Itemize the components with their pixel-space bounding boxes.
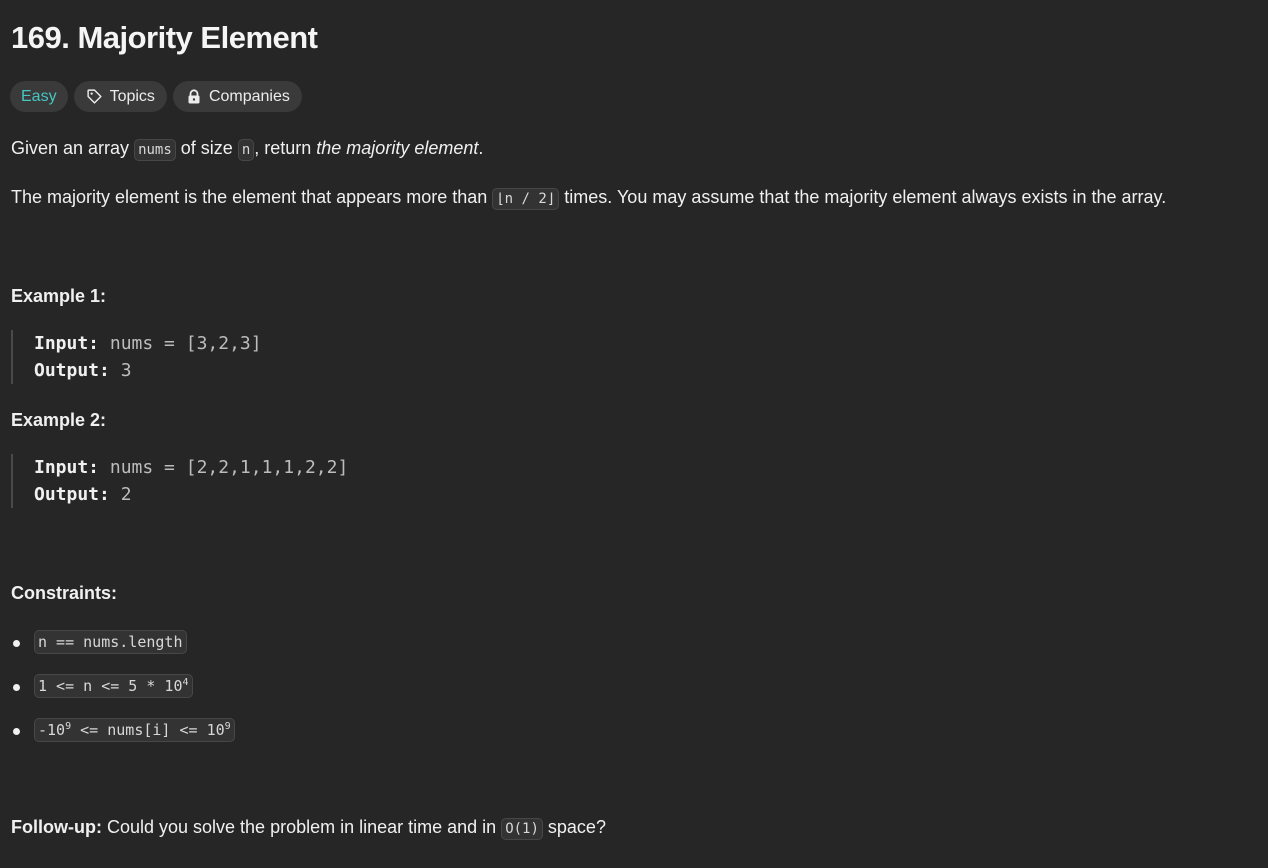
description-emphasis: the majority element: [316, 138, 479, 158]
lock-icon: [185, 88, 203, 106]
example-2-block: Input: nums = [2,2,1,1,1,2,2] Output: 2: [11, 454, 348, 508]
description-paragraph-1: Given an array nums of size n, return th…: [11, 135, 483, 163]
example-2-heading: Example 2:: [11, 410, 107, 430]
constraint-code: n == nums.length: [34, 630, 187, 654]
constraint-item: n == nums.length: [11, 630, 235, 674]
description-text: of size: [175, 138, 238, 158]
companies-button[interactable]: Companies: [172, 81, 302, 112]
follow-up-text: Could you solve the problem in linear ti…: [101, 817, 502, 837]
follow-up-label: Follow-up:: [11, 817, 102, 837]
example-1-block: Input: nums = [3,2,3] Output: 3: [11, 330, 262, 384]
problem-title: 169. Majority Element: [11, 20, 318, 55]
inline-code: ⌊n / 2⌋: [492, 188, 560, 210]
constraint-exponent: 4: [182, 677, 189, 688]
bullet: [13, 728, 20, 735]
constraints-list: n == nums.length 1 <= n <= 5 * 104 -109 …: [11, 630, 235, 762]
constraint-item: 1 <= n <= 5 * 104: [11, 674, 235, 718]
description-text: times. You may assume that the majority …: [559, 187, 1167, 207]
constraints-heading: Constraints:: [11, 583, 118, 603]
inline-code: n: [237, 139, 255, 161]
example-2-output: Output: 2: [34, 481, 348, 508]
constraint-code: -109 <= nums[i] <= 109: [34, 718, 235, 742]
inline-code: nums: [134, 139, 176, 161]
follow-up: Follow-up: Could you solve the problem i…: [11, 817, 606, 840]
description-text: The majority element is the element that…: [11, 187, 493, 207]
output-value: 2: [120, 484, 132, 505]
description-text: Given an array: [11, 138, 135, 158]
constraint-text: <= nums[i] <= 10: [71, 721, 225, 739]
constraint-code: 1 <= n <= 5 * 104: [34, 674, 193, 698]
description-paragraph-2: The majority element is the element that…: [11, 184, 1166, 212]
tag-icon: [86, 88, 104, 106]
constraint-text: n == nums.length: [38, 633, 183, 651]
example-1-input: Input: nums = [3,2,3]: [34, 330, 262, 357]
companies-label: Companies: [208, 87, 290, 105]
topics-button[interactable]: Topics: [73, 81, 167, 112]
topics-label: Topics: [109, 87, 155, 105]
bullet: [13, 640, 20, 647]
constraint-item: -109 <= nums[i] <= 109: [11, 718, 235, 762]
inline-code: O(1): [501, 818, 543, 840]
output-label: Output:: [34, 484, 110, 505]
constraint-text: -10: [38, 721, 66, 739]
follow-up-text: space?: [542, 817, 606, 837]
constraint-exponent: 9: [224, 721, 231, 732]
example-2-input: Input: nums = [2,2,1,1,1,2,2]: [34, 454, 348, 481]
output-value: 3: [120, 360, 132, 381]
input-label: Input:: [34, 457, 100, 478]
input-label: Input:: [34, 333, 100, 354]
tag-row: Easy Topics Companies: [10, 81, 302, 112]
input-value: nums = [2,2,1,1,1,2,2]: [109, 457, 349, 478]
bullet: [13, 684, 20, 691]
example-1-heading: Example 1:: [11, 286, 107, 306]
input-value: nums = [3,2,3]: [109, 333, 262, 354]
output-label: Output:: [34, 360, 110, 381]
description-text: .: [478, 138, 484, 158]
difficulty-badge[interactable]: Easy: [10, 81, 68, 112]
example-1-output: Output: 3: [34, 357, 262, 384]
description-text: , return: [254, 138, 317, 158]
constraint-text: 1 <= n <= 5 * 10: [38, 677, 183, 695]
